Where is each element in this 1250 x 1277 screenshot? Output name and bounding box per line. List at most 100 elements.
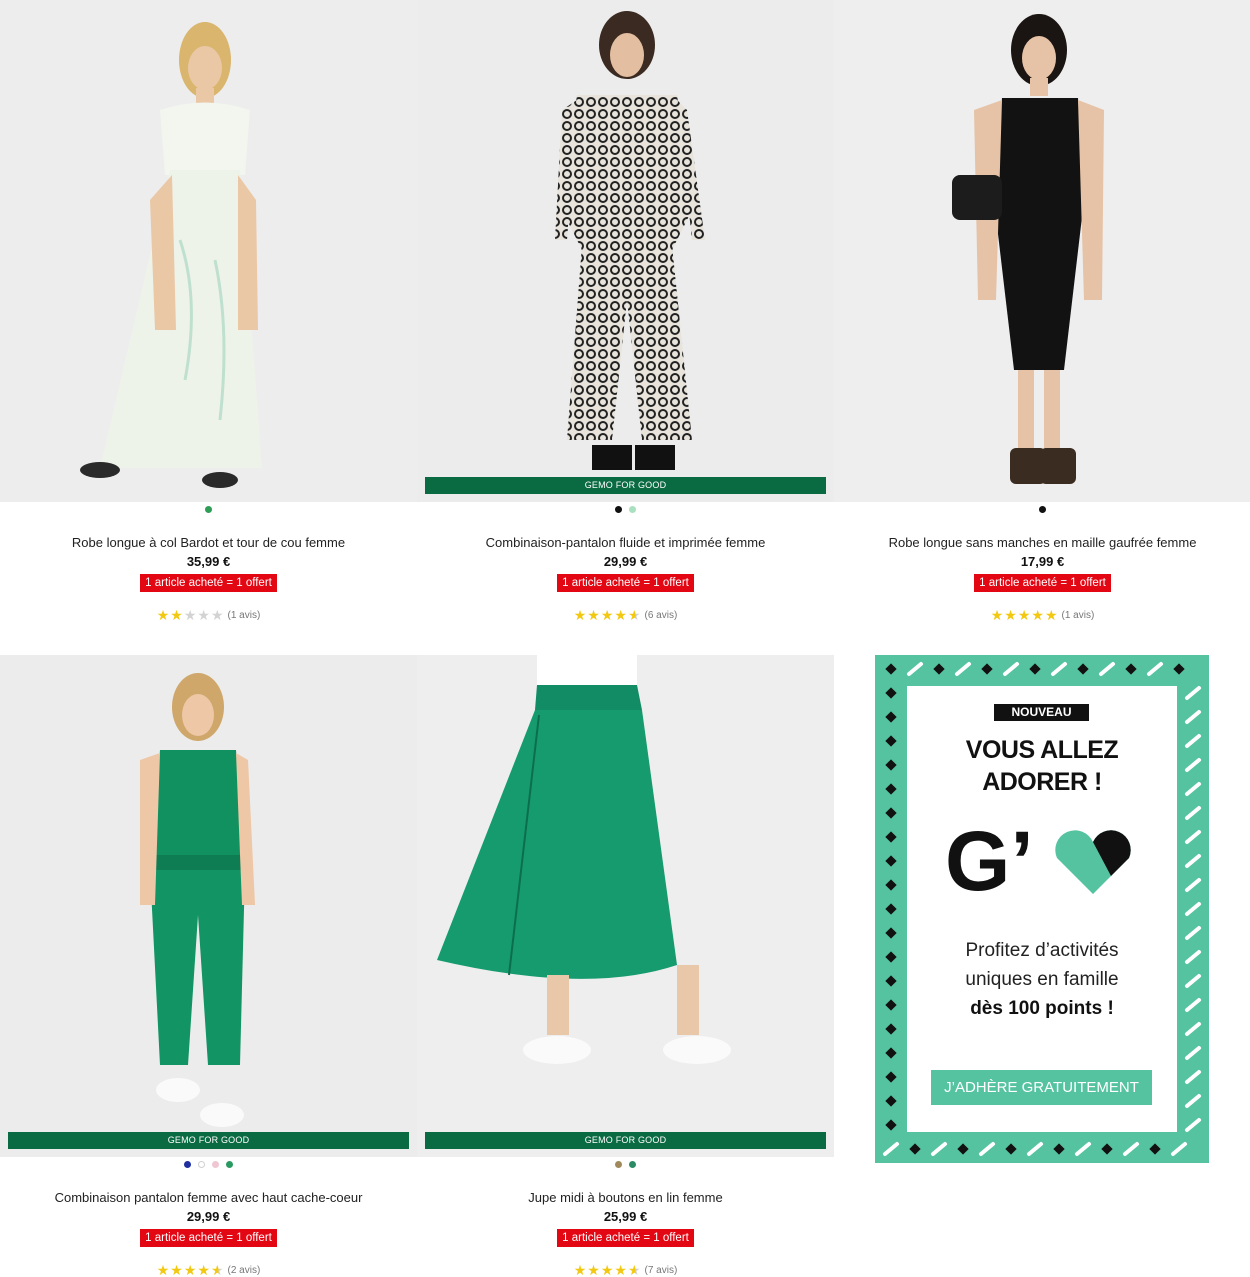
product-image[interactable]: GEMO FOR GOOD (417, 0, 834, 502)
product-price: 17,99 € (1020, 554, 1065, 569)
star-icon: ★ (156, 607, 171, 623)
color-swatch[interactable] (629, 1161, 636, 1168)
product-rating[interactable]: ★★★★★ (1 avis) (834, 607, 1250, 624)
star-icon: ★ (627, 607, 642, 623)
review-count: (2 avis) (227, 1265, 261, 1276)
gemo-for-good-badge: GEMO FOR GOOD (8, 1132, 409, 1149)
review-count: (1 avis) (227, 610, 261, 621)
product-image[interactable]: GEMO FOR GOOD (0, 655, 417, 1157)
product-name[interactable]: Combinaison pantalon femme avec haut cac… (0, 1190, 417, 1205)
color-swatch[interactable] (615, 506, 622, 513)
model-photo-printed-jumpsuit (417, 0, 834, 502)
product-name[interactable]: Robe longue à col Bardot et tour de cou … (0, 535, 417, 550)
star-rating: ★★★★★ (991, 607, 1059, 624)
product-image[interactable] (834, 0, 1250, 502)
review-count: (1 avis) (1061, 610, 1095, 621)
star-icon: ★ (1017, 607, 1032, 623)
star-icon: ★ (183, 1262, 198, 1277)
color-swatch[interactable] (198, 1161, 205, 1168)
star-icon: ★ (627, 1262, 642, 1277)
body-line: uniques en famille (965, 969, 1119, 990)
review-count: (7 avis) (644, 1265, 678, 1276)
product-price: 35,99 € (186, 554, 231, 569)
star-icon: ★ (210, 1262, 225, 1277)
product-price: 29,99 € (186, 1209, 231, 1224)
promo-badge: 1 article acheté = 1 offert (140, 1229, 277, 1247)
product-price: 29,99 € (603, 554, 648, 569)
star-icon: ★ (170, 1262, 184, 1277)
star-icon: ★ (573, 607, 588, 623)
join-free-button[interactable]: J’ADHÈRE GRATUITEMENT (931, 1070, 1152, 1105)
product-image[interactable]: GEMO FOR GOOD (417, 655, 834, 1157)
star-rating: ★★★★★ (157, 607, 225, 624)
star-rating: ★★★★★ (157, 1262, 225, 1277)
star-icon: ★ (156, 1262, 171, 1277)
star-icon: ★ (197, 607, 211, 623)
color-swatch[interactable] (615, 1161, 622, 1168)
color-swatch[interactable] (226, 1161, 233, 1168)
color-swatches (0, 1161, 417, 1169)
product-card[interactable]: GEMO FOR GOOD Combinaison pantalon femme… (0, 655, 417, 1277)
star-icon: ★ (990, 607, 1005, 623)
color-swatch[interactable] (629, 506, 636, 513)
model-photo-white-dress (0, 0, 417, 502)
product-name[interactable]: Jupe midi à boutons en lin femme (417, 1190, 834, 1205)
product-card[interactable]: Robe longue à col Bardot et tour de cou … (0, 0, 417, 640)
product-rating[interactable]: ★★★★★ (1 avis) (0, 607, 417, 624)
star-rating: ★★★★★ (574, 607, 642, 624)
product-card[interactable]: GEMO FOR GOOD Jupe midi à boutons en lin… (417, 655, 834, 1277)
model-photo-green-jumpsuit (0, 655, 417, 1157)
star-icon: ★ (1031, 607, 1045, 623)
star-rating: ★★★★★ (574, 1262, 642, 1277)
review-count: (6 avis) (644, 610, 678, 621)
g-heart-logo: G’ (945, 818, 1131, 900)
color-swatches (0, 506, 417, 514)
color-swatches (834, 506, 1250, 514)
color-swatches (417, 506, 834, 514)
product-rating[interactable]: ★★★★★ (6 avis) (417, 607, 834, 624)
star-icon: ★ (587, 1262, 601, 1277)
star-icon: ★ (197, 1262, 211, 1277)
color-swatch[interactable] (184, 1161, 191, 1168)
headline-line: ADORER ! (982, 768, 1102, 796)
promo-headline: VOUS ALLEZ ADORER ! (907, 734, 1177, 798)
gemo-for-good-badge: GEMO FOR GOOD (425, 477, 826, 494)
product-name[interactable]: Combinaison-pantalon fluide et imprimée … (417, 535, 834, 550)
promo-badge: 1 article acheté = 1 offert (557, 1229, 694, 1247)
star-icon: ★ (210, 607, 225, 623)
product-card[interactable]: Robe longue sans manches en maille gaufr… (834, 0, 1250, 640)
star-icon: ★ (170, 607, 184, 623)
new-tag: NOUVEAU (994, 704, 1089, 721)
star-icon: ★ (573, 1262, 588, 1277)
product-rating[interactable]: ★★★★★ (2 avis) (0, 1262, 417, 1277)
star-icon: ★ (1044, 607, 1059, 623)
star-icon: ★ (1004, 607, 1018, 623)
color-swatch[interactable] (205, 506, 212, 513)
product-card[interactable]: GEMO FOR GOOD Combinaison-pantalon fluid… (417, 0, 834, 640)
model-photo-black-dress (834, 0, 1250, 502)
product-rating[interactable]: ★★★★★ (7 avis) (417, 1262, 834, 1277)
color-swatches (417, 1161, 834, 1169)
headline-line: VOUS ALLEZ (965, 736, 1119, 764)
star-icon: ★ (587, 607, 601, 623)
promo-content: NOUVEAU VOUS ALLEZ ADORER ! G’ Profitez … (907, 686, 1177, 1132)
star-icon: ★ (614, 1262, 628, 1277)
loyalty-promo-banner[interactable]: NOUVEAU VOUS ALLEZ ADORER ! G’ Profitez … (875, 655, 1209, 1163)
body-line: Profitez d’activités (965, 940, 1119, 961)
promo-badge: 1 article acheté = 1 offert (974, 574, 1111, 592)
star-icon: ★ (600, 607, 615, 623)
product-price: 25,99 € (603, 1209, 648, 1224)
logo-text: G’ (945, 818, 1034, 900)
star-icon: ★ (600, 1262, 615, 1277)
color-swatch[interactable] (1039, 506, 1046, 513)
promo-badge: 1 article acheté = 1 offert (557, 574, 694, 592)
body-line-bold: dès 100 points ! (970, 998, 1114, 1019)
promo-badge: 1 article acheté = 1 offert (140, 574, 277, 592)
color-swatch[interactable] (212, 1161, 219, 1168)
star-icon: ★ (183, 607, 198, 623)
product-image[interactable] (0, 0, 417, 502)
promo-body: Profitez d’activités uniques en famille … (907, 936, 1177, 1023)
star-icon: ★ (614, 607, 628, 623)
model-photo-green-skirt (417, 655, 834, 1157)
product-name[interactable]: Robe longue sans manches en maille gaufr… (834, 535, 1250, 550)
